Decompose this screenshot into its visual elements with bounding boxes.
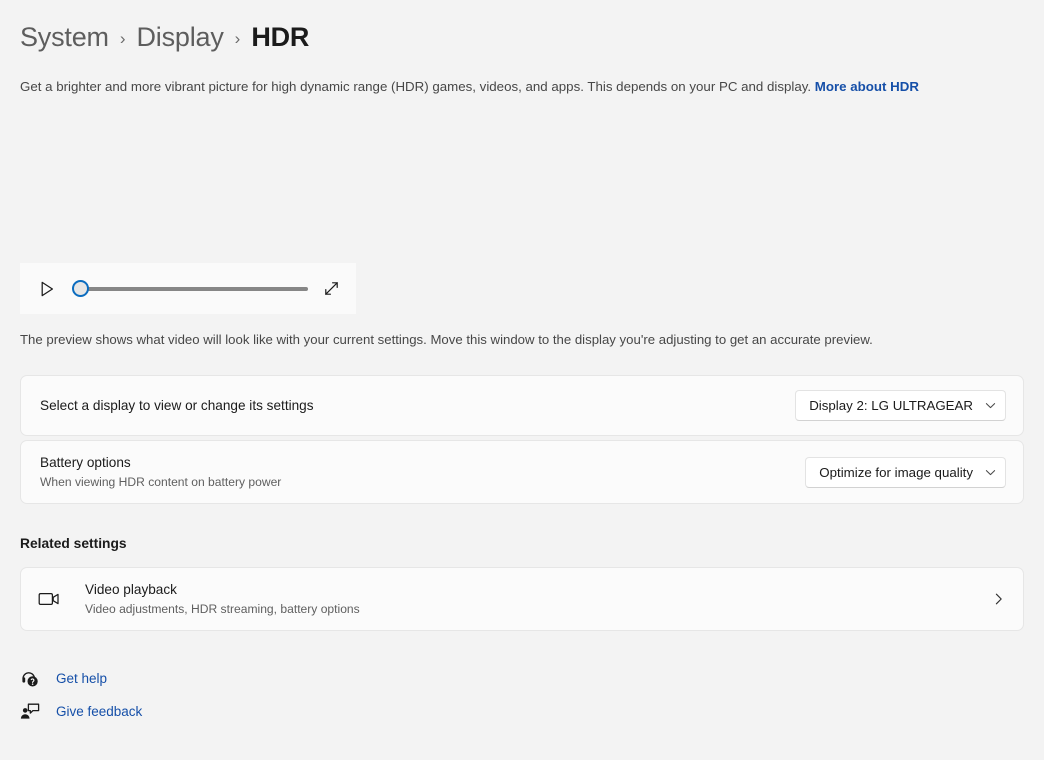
give-feedback-label: Give feedback bbox=[56, 703, 143, 719]
headset-question-icon bbox=[20, 669, 50, 688]
slider-thumb[interactable] bbox=[72, 280, 89, 297]
expand-diagonal-icon bbox=[324, 282, 338, 295]
breadcrumb-separator-1: › bbox=[119, 28, 126, 48]
display-selector-card: Select a display to view or change its s… bbox=[20, 375, 1024, 436]
hdr-settings-page: System › Display › HDR Get a brighter an… bbox=[0, 0, 1044, 760]
battery-options-text: Battery options When viewing HDR content… bbox=[40, 454, 281, 490]
breadcrumb-item-system[interactable]: System bbox=[20, 22, 109, 53]
play-button[interactable] bbox=[34, 276, 60, 302]
related-item-subtitle: Video adjustments, HDR streaming, batter… bbox=[85, 602, 360, 616]
battery-options-sublabel: When viewing HDR content on battery powe… bbox=[40, 475, 282, 489]
slider-track bbox=[81, 286, 308, 291]
display-selector-label: Select a display to view or change its s… bbox=[40, 397, 314, 413]
breadcrumb-item-display[interactable]: Display bbox=[137, 22, 224, 53]
display-selector-value: Display 2: LG ULTRAGEAR bbox=[809, 398, 973, 413]
display-selector-dropdown[interactable]: Display 2: LG ULTRAGEAR bbox=[795, 390, 1006, 421]
chevron-right-icon bbox=[992, 592, 1009, 606]
get-help-link[interactable]: Get help bbox=[20, 664, 107, 692]
video-camera-icon bbox=[38, 590, 68, 608]
battery-options-dropdown[interactable]: Optimize for image quality bbox=[805, 456, 1006, 488]
related-item-title: Video playback bbox=[85, 582, 177, 597]
related-settings-heading: Related settings bbox=[20, 536, 127, 551]
more-about-hdr-link[interactable]: More about HDR bbox=[815, 79, 919, 94]
breadcrumb-separator-2: › bbox=[234, 28, 241, 48]
battery-options-label: Battery options bbox=[40, 455, 131, 470]
fullscreen-button[interactable] bbox=[318, 276, 344, 302]
chevron-down-icon bbox=[985, 400, 996, 411]
chevron-down-icon bbox=[985, 467, 996, 478]
breadcrumb: System › Display › HDR bbox=[20, 0, 1024, 60]
battery-options-card: Battery options When viewing HDR content… bbox=[20, 440, 1024, 504]
page-description: Get a brighter and more vibrant picture … bbox=[20, 78, 1024, 96]
video-seek-slider[interactable] bbox=[72, 277, 308, 301]
person-feedback-icon bbox=[20, 702, 50, 721]
page-title: HDR bbox=[251, 21, 310, 52]
get-help-label: Get help bbox=[56, 670, 108, 686]
give-feedback-link[interactable]: Give feedback bbox=[20, 697, 142, 725]
preview-caption: The preview shows what video will look l… bbox=[20, 332, 873, 347]
page-description-text: Get a brighter and more vibrant picture … bbox=[20, 79, 812, 94]
related-item-text: Video playback Video adjustments, HDR st… bbox=[85, 581, 992, 617]
video-player-controls bbox=[20, 263, 356, 314]
hdr-video-preview bbox=[20, 113, 356, 263]
display-selector-text: Select a display to view or change its s… bbox=[40, 397, 314, 415]
footer-links: Get help Give feedback bbox=[20, 664, 1024, 725]
play-triangle-icon bbox=[41, 281, 53, 296]
related-item-video-playback[interactable]: Video playback Video adjustments, HDR st… bbox=[20, 567, 1024, 631]
battery-options-value: Optimize for image quality bbox=[819, 464, 973, 480]
